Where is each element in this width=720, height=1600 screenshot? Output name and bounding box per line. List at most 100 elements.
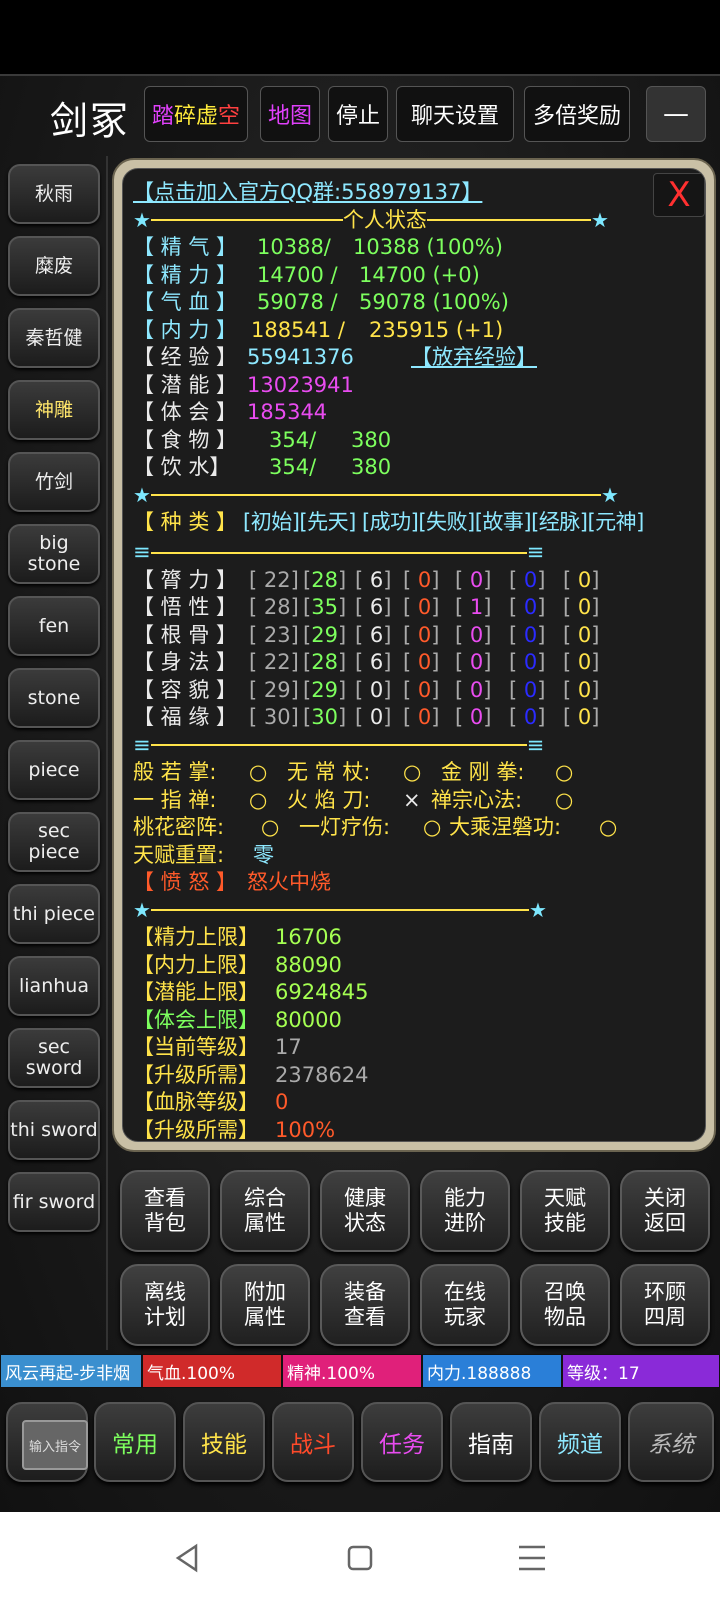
shatter-char-3: 虚	[196, 104, 219, 129]
category-row: 【 种 类 】 [初始][先天] [成功][失败][故事][经脉][元神]	[133, 509, 699, 539]
attr-meridian: 0	[523, 622, 538, 647]
npc-item[interactable]: big stone	[8, 524, 100, 584]
online-players-button[interactable]: 在线 玩家	[420, 1264, 510, 1346]
attr-meridian: 0	[523, 650, 538, 674]
location-title: 剑冢	[50, 99, 131, 143]
summon-item-button[interactable]: 召唤 物品	[520, 1264, 610, 1346]
npc-item[interactable]: thi sword	[8, 1100, 100, 1160]
skill-mark: ○	[555, 787, 574, 812]
stat-row-qixue: 【 气 血 】 59078 / 59078 (100%)	[133, 289, 699, 317]
system-nav-bar	[0, 1512, 720, 1600]
npc-item[interactable]: fir sword	[8, 1172, 100, 1232]
stat-row-potential: 【 潜 能 】 13023941	[133, 372, 699, 400]
npc-item[interactable]: fen	[8, 596, 100, 656]
extra-attributes-button[interactable]: 附加 属性	[220, 1264, 310, 1346]
tab-guide[interactable]: 指南	[450, 1402, 532, 1482]
attr-innate: 29	[311, 677, 338, 702]
abandon-exp-link[interactable]: 【放弃经验】	[411, 344, 537, 372]
divider-line	[150, 551, 527, 554]
function-grid: 查看 背包 综合 属性 健康 状态 能力 进阶 天赋 技能 关闭 返回 离线 计划 附加 属性 …	[110, 1162, 720, 1352]
attr-label: 【 膂 力 】	[133, 567, 238, 592]
health-status-button[interactable]: 健康 状态	[320, 1170, 410, 1252]
npc-item[interactable]: 秋雨	[8, 164, 100, 224]
back-icon[interactable]	[168, 1538, 208, 1578]
skill-name: 一 指 禅:	[133, 787, 217, 812]
map-button[interactable]: 地图	[260, 86, 320, 142]
attr-fail: 0	[417, 705, 432, 729]
skill-mark: ○	[599, 815, 618, 839]
divider-line	[150, 219, 343, 222]
limit-label: 【血脉等级】	[133, 1090, 259, 1114]
overall-attributes-button[interactable]: 综合 属性	[220, 1170, 310, 1252]
shatter-void-button[interactable]: 踏碎虚空	[144, 86, 248, 142]
npc-item[interactable]: lianhua	[8, 956, 100, 1016]
home-icon[interactable]	[340, 1538, 380, 1578]
attr-story: 0	[469, 650, 484, 674]
skill-name: 大乘涅磐功:	[449, 815, 562, 839]
minimize-button[interactable]: —	[646, 86, 706, 142]
ability-advance-button[interactable]: 能力 进阶	[420, 1170, 510, 1252]
tab-common[interactable]: 常用	[94, 1402, 176, 1482]
water-current: 354/	[269, 455, 317, 479]
tab-battle[interactable]: 战斗	[272, 1402, 354, 1482]
npc-item[interactable]: 秦哲健	[8, 308, 100, 368]
stat-current: 14700 /	[257, 262, 338, 287]
attr-success: 6	[369, 567, 384, 592]
talent-skills-button[interactable]: 天赋 技能	[520, 1170, 610, 1252]
chat-settings-button[interactable]: 聊天设置	[396, 86, 514, 142]
tab-quest[interactable]: 任务	[361, 1402, 443, 1482]
stop-button[interactable]: 停止	[328, 86, 388, 142]
attr-story: 0	[469, 677, 484, 702]
limit-row: 【体会上限】 80000	[133, 1007, 699, 1035]
shatter-char-2: 碎	[173, 104, 196, 129]
limit-label: 【潜能上限】	[133, 980, 259, 1004]
status-content: 【点击加入官方QQ群:558979137】 ★ 个人状态 ★ 【 精 气 】 1…	[133, 179, 699, 1141]
stat-label: 【 经 验 】	[133, 345, 238, 369]
food-max: 380	[351, 427, 392, 452]
npc-item[interactable]: 竹剑	[8, 452, 100, 512]
attr-innate: 29	[311, 622, 338, 647]
offline-plan-button[interactable]: 离线 计划	[120, 1264, 210, 1346]
npc-item[interactable]: thi piece	[8, 884, 100, 944]
mana-status: 内力.188888	[422, 1354, 562, 1388]
npc-item[interactable]: 糜废	[8, 236, 100, 296]
command-input-button[interactable]: 输入指令	[6, 1402, 88, 1482]
attr-story: 0	[469, 705, 484, 729]
view-equipment-button[interactable]: 装备 查看	[320, 1264, 410, 1346]
talent-reset-label: 天赋重置:	[133, 842, 225, 867]
tab-channel[interactable]: 频道	[539, 1402, 621, 1482]
food-current: 354/	[269, 427, 317, 452]
close-return-button[interactable]: 关闭 返回	[620, 1170, 710, 1252]
npc-item[interactable]: sec sword	[8, 1028, 100, 1088]
attr-divider-bottom: ≡ ≡	[133, 732, 699, 760]
player-status-strip: 风云再起-步非烟 气血.100% 精神.100% 内力.188888 等级：17	[0, 1354, 720, 1388]
anger-value: 怒火中烧	[247, 870, 331, 894]
attr-innate: 28	[311, 650, 338, 674]
limit-value: 6924845	[275, 980, 369, 1004]
attr-fail: 0	[417, 622, 432, 647]
npc-item[interactable]: stone	[8, 668, 100, 728]
insight-value: 185344	[247, 400, 328, 424]
tab-skills[interactable]: 技能	[183, 1402, 265, 1482]
category-label: 【 种 类 】	[133, 510, 238, 534]
multi-reward-button[interactable]: 多倍奖励	[524, 86, 630, 142]
stat-label: 【 体 会 】	[133, 400, 238, 424]
npc-item[interactable]: piece	[8, 740, 100, 800]
attr-base: 29	[263, 677, 291, 702]
exp-value: 55941376	[247, 345, 354, 369]
look-around-button[interactable]: 环顾 四周	[620, 1264, 710, 1346]
bottom-tab-bar: 输入指令 常用 技能 战斗 任务 指南 频道 系统	[0, 1394, 720, 1494]
qq-group-link[interactable]: 【点击加入官方QQ群:558979137】	[133, 179, 699, 207]
npc-item[interactable]: 神雕	[8, 380, 100, 440]
status-panel-inner[interactable]: X 【点击加入官方QQ群:558979137】 ★ 个人状态 ★ 【 精 气 】…	[122, 168, 706, 1142]
attr-label: 【 福 缘 】	[133, 705, 238, 729]
divider-line	[150, 494, 601, 497]
skill-name: 火 焰 刀:	[287, 787, 371, 812]
npc-item[interactable]: sec piece	[8, 812, 100, 872]
menu-icon[interactable]	[512, 1538, 552, 1578]
view-backpack-button[interactable]: 查看 背包	[120, 1170, 210, 1252]
tab-system[interactable]: 系统	[628, 1402, 714, 1482]
skill-mark: ○	[249, 787, 268, 812]
limit-label: 【升级所需】	[133, 1117, 259, 1142]
attr-row-agility: 【 身 法 】 [ 22] [28] [ 6] [ 0] [ 0] [ 0] […	[133, 649, 699, 677]
